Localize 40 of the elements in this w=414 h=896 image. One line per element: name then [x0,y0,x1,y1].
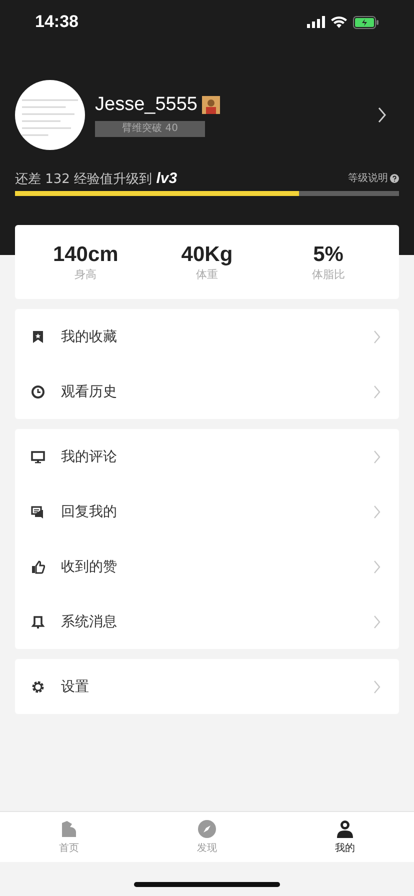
stat-value: 5% [313,242,344,266]
thumbs-up-icon [31,560,45,574]
stat-label: 体重 [196,266,218,282]
level-progress-text: 还差 132 经验值升级到 lv3 [15,170,178,188]
question-icon [390,174,399,182]
monitor-icon [31,450,45,464]
compass-icon [197,819,217,839]
menu-item[interactable]: 系统消息 [15,594,399,649]
chevron-right-icon [373,330,381,344]
stat-value: 140cm [52,242,118,266]
username: Jesse_5555 [95,94,198,116]
settings-icon [31,680,45,694]
chat-icon [31,504,45,518]
menu-item[interactable]: 我的收藏 [15,309,399,364]
level-badge: 臂维突破 40 [95,120,205,136]
menu-item[interactable]: 观看历史 [15,364,399,419]
stat-value: 40Kg [181,242,233,266]
status-time: 14:38 [35,12,78,32]
level-info-link[interactable]: 等级说明 [348,171,399,185]
stat-label: 身高 [74,266,97,282]
chevron-right-icon [373,560,381,574]
clock-icon [31,384,45,398]
wifi-icon [331,16,347,28]
bell-icon [31,614,45,628]
menu-item[interactable]: 收到的赞 [15,539,399,594]
menu-item[interactable]: 设置 [15,659,399,714]
chevron-right-icon [373,614,381,628]
stat-label: 体脂比 [312,266,345,282]
menu-item[interactable]: 回复我的 [15,484,399,539]
signal-icon [307,16,325,28]
chevron-right-icon [373,504,381,518]
tab-item[interactable]: 我的 [276,812,414,862]
menu-item[interactable]: 我的评论 [15,429,399,484]
battery-icon [353,16,379,28]
bookmark-icon [31,330,45,344]
chevron-right-icon [373,384,381,398]
chevron-right-icon [373,450,381,464]
chevron-right-icon [373,680,381,694]
person-icon [335,819,355,839]
chevron-right-icon[interactable] [377,107,387,123]
